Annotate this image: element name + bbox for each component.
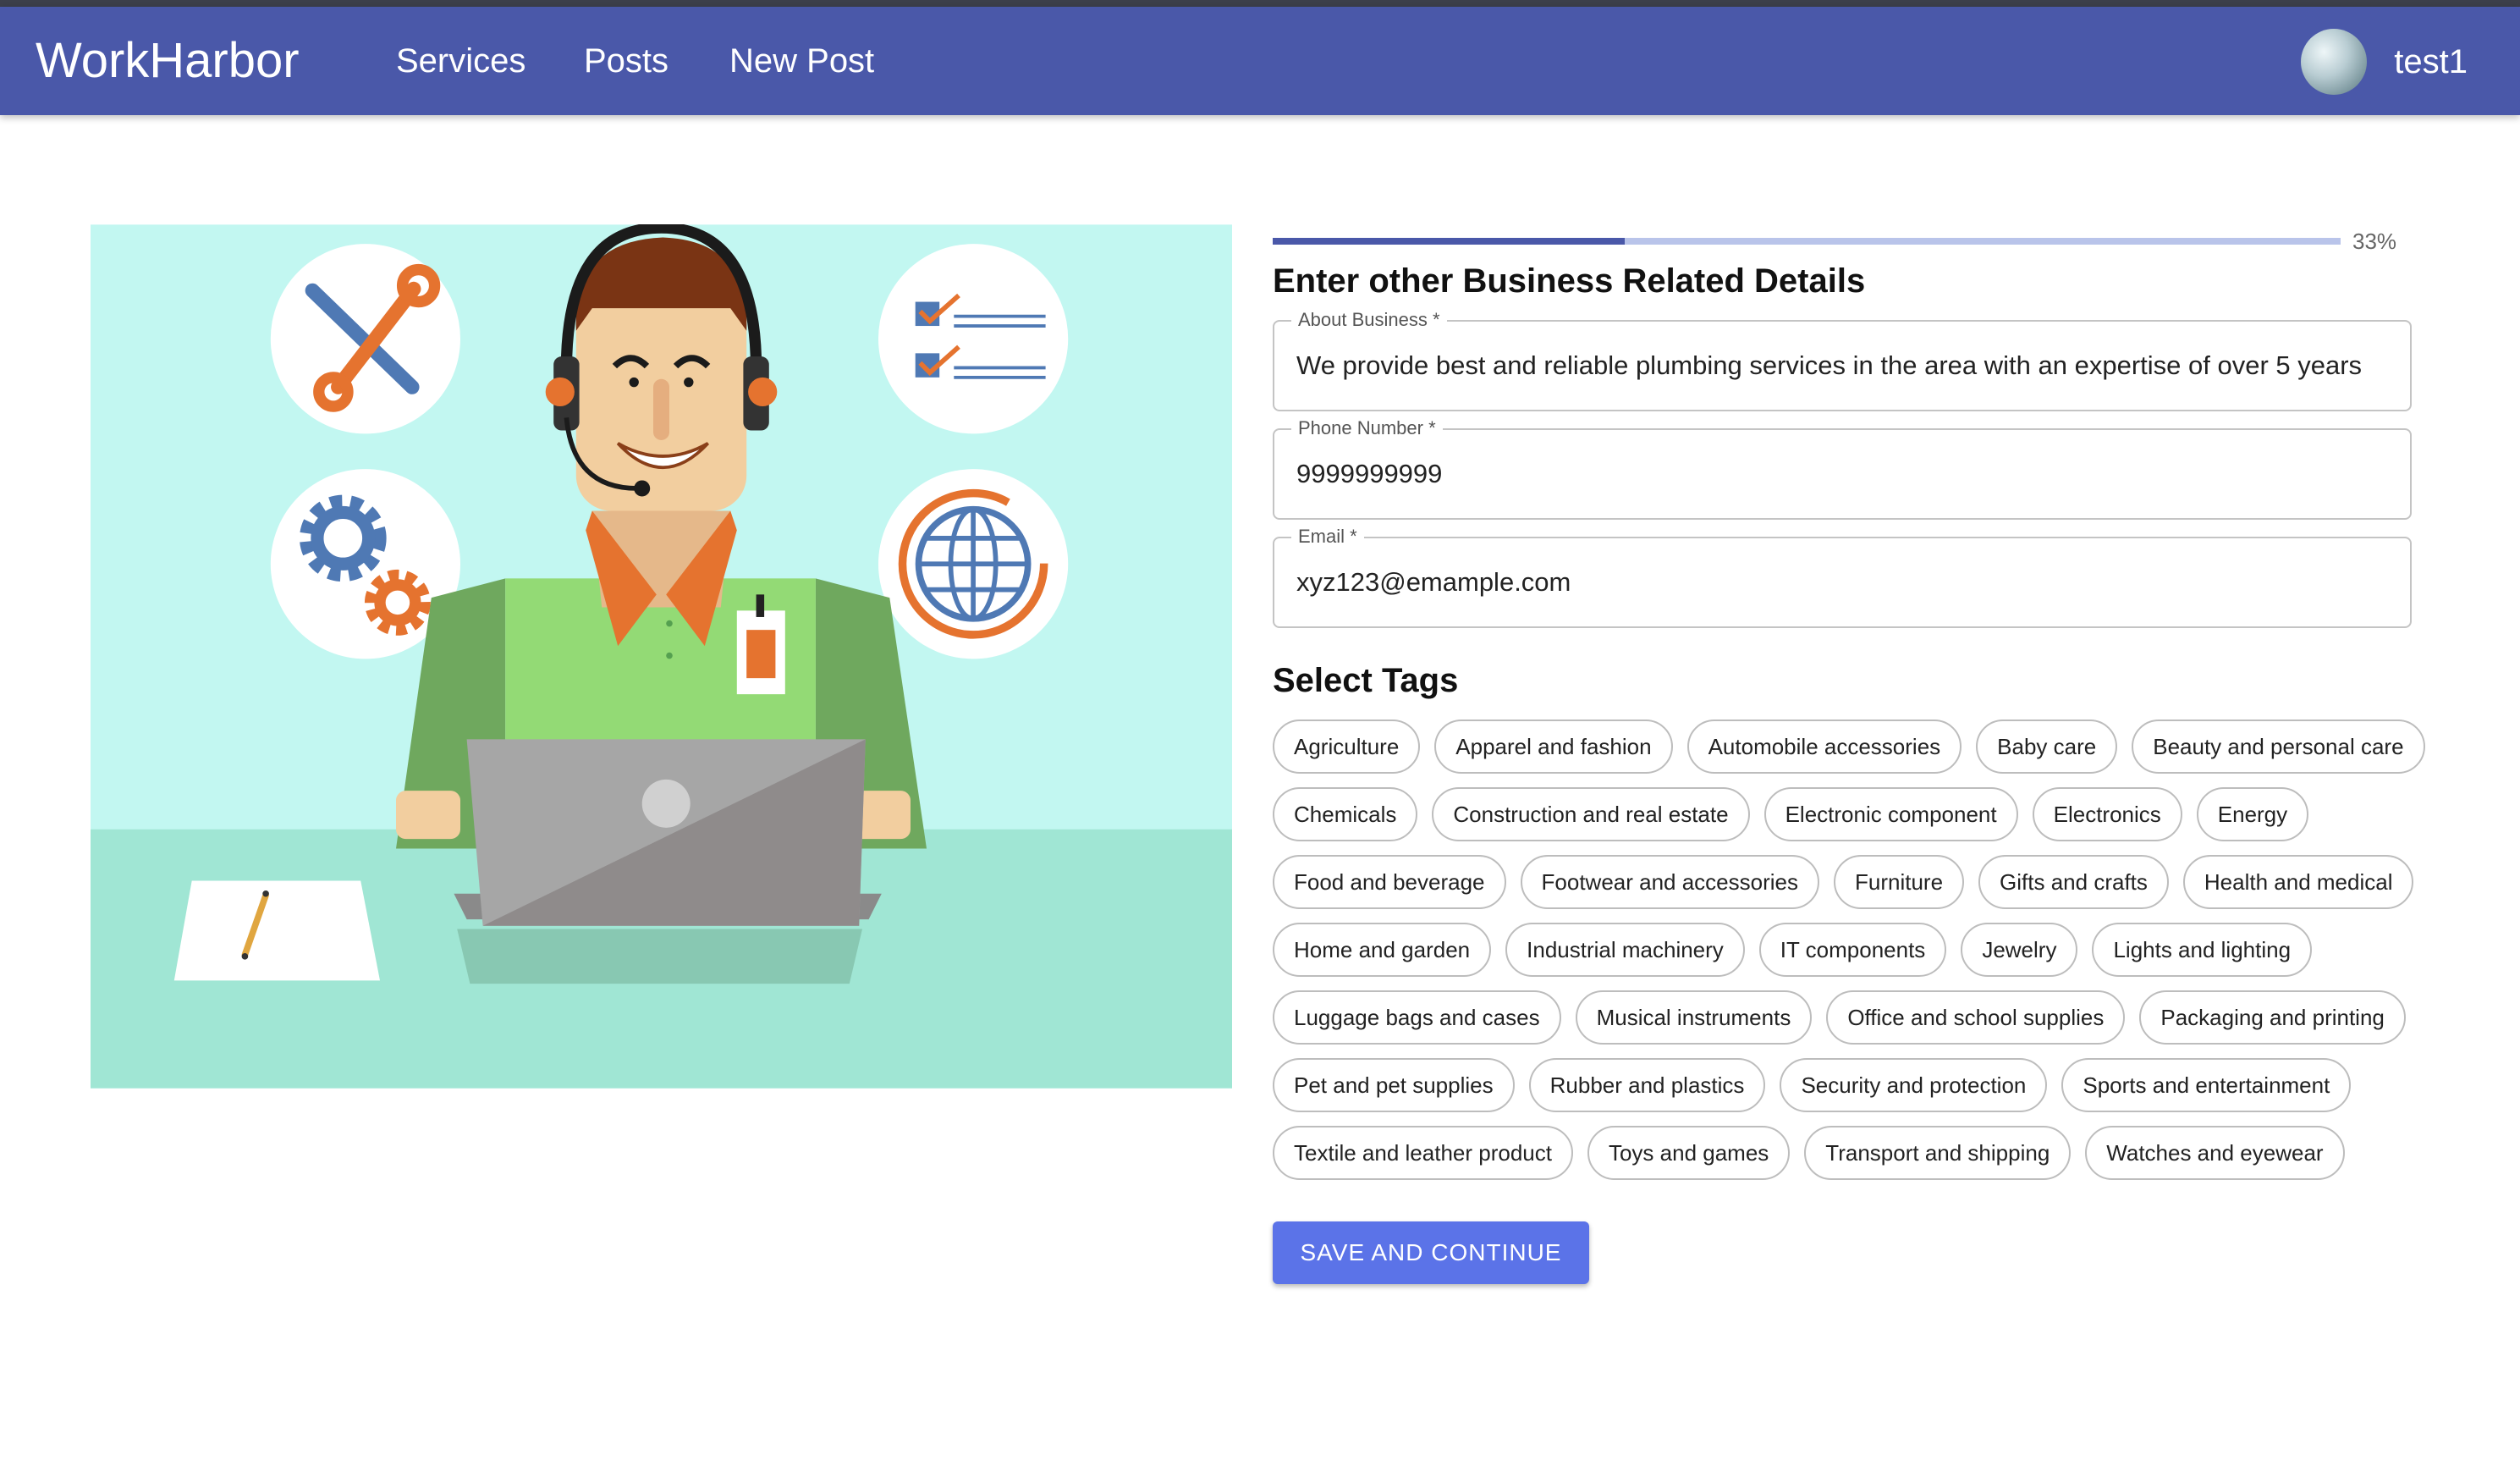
tag-chip[interactable]: Gifts and crafts bbox=[1978, 855, 2169, 909]
tag-chip[interactable]: Watches and eyewear bbox=[2085, 1126, 2345, 1180]
form-title: Enter other Business Related Details bbox=[1273, 262, 1866, 300]
about-business-field: About Business * bbox=[1273, 309, 2412, 411]
tag-chip[interactable]: Food and beverage bbox=[1273, 855, 1506, 909]
tag-chip[interactable]: Textile and leather product bbox=[1273, 1126, 1573, 1180]
tag-chip[interactable]: Energy bbox=[2196, 787, 2309, 841]
tag-chip[interactable]: Industrial machinery bbox=[1505, 923, 1745, 977]
save-and-continue-button[interactable]: SAVE AND CONTINUE bbox=[1273, 1221, 1589, 1284]
phone-number-field: Phone Number * bbox=[1273, 417, 2412, 520]
phone-number-input[interactable] bbox=[1296, 459, 2388, 489]
nav-new-post[interactable]: New Post bbox=[729, 42, 874, 80]
tag-chip[interactable]: Rubber and plastics bbox=[1528, 1058, 1766, 1112]
tags-chip-group: Agriculture Apparel and fashion Automobi… bbox=[1273, 719, 2425, 1194]
pencil-icon bbox=[173, 880, 380, 981]
tag-chip[interactable]: Electronic component bbox=[1763, 787, 2018, 841]
tag-chip[interactable]: Lights and lighting bbox=[2092, 923, 2313, 977]
window-top-border bbox=[0, 0, 2520, 7]
email-field: Email * bbox=[1273, 526, 2412, 628]
tag-chip[interactable]: Automobile accessories bbox=[1686, 719, 1962, 774]
tag-chip[interactable]: Luggage bags and cases bbox=[1273, 990, 1561, 1045]
tag-chip[interactable]: Footwear and accessories bbox=[1520, 855, 1819, 909]
phone-number-label: Phone Number * bbox=[1291, 417, 1443, 439]
progress-percent: 33% bbox=[2352, 229, 2397, 254]
tag-chip[interactable]: Home and garden bbox=[1273, 923, 1492, 977]
tag-chip[interactable]: Sports and entertainment bbox=[2061, 1058, 2352, 1112]
tag-chip[interactable]: Apparel and fashion bbox=[1434, 719, 1673, 774]
user-menu[interactable]: test1 bbox=[2301, 29, 2468, 95]
tag-row: Pet and pet supplies Rubber and plastics… bbox=[1273, 1058, 2415, 1112]
nav-services[interactable]: Services bbox=[396, 42, 525, 80]
brand-logo[interactable]: WorkHarbor bbox=[36, 32, 300, 89]
tag-chip[interactable]: Beauty and personal care bbox=[2132, 719, 2425, 774]
tag-chip[interactable]: Transport and shipping bbox=[1804, 1126, 2072, 1180]
tag-chip[interactable]: Security and protection bbox=[1780, 1058, 2048, 1112]
tag-row: Agriculture Apparel and fashion Automobi… bbox=[1273, 719, 2425, 774]
tag-chip[interactable]: Office and school supplies bbox=[1826, 990, 2126, 1045]
tag-chip[interactable]: Toys and games bbox=[1587, 1126, 1791, 1180]
tag-chip[interactable]: Baby care bbox=[1976, 719, 2118, 774]
tag-chip[interactable]: Chemicals bbox=[1273, 787, 1418, 841]
about-business-input[interactable] bbox=[1296, 350, 2388, 381]
username[interactable]: test1 bbox=[2394, 43, 2468, 81]
customer-support-illustration bbox=[91, 224, 1232, 1089]
tag-chip[interactable]: Musical instruments bbox=[1575, 990, 1813, 1045]
tag-chip[interactable]: Pet and pet supplies bbox=[1273, 1058, 1515, 1112]
tag-chip[interactable]: Agriculture bbox=[1273, 719, 1421, 774]
progress-bar-fill bbox=[1273, 238, 1626, 245]
progress-track bbox=[1273, 238, 2341, 245]
app-bar: WorkHarbor Services Posts New Post test1 bbox=[0, 7, 2520, 115]
checklist-icon bbox=[878, 244, 1069, 434]
progress-indicator: 33% bbox=[1273, 229, 2415, 254]
tools-icon bbox=[270, 244, 460, 434]
tag-chip[interactable]: Construction and real estate bbox=[1432, 787, 1750, 841]
email-input[interactable] bbox=[1296, 567, 2388, 598]
tag-row: Chemicals Construction and real estate E… bbox=[1273, 787, 2415, 841]
tag-chip[interactable]: Health and medical bbox=[2182, 855, 2414, 909]
tag-row: Home and garden Industrial machinery IT … bbox=[1273, 923, 2415, 977]
email-label: Email * bbox=[1291, 526, 1364, 548]
tag-chip[interactable]: Furniture bbox=[1834, 855, 1965, 909]
tag-chip[interactable]: Electronics bbox=[2032, 787, 2182, 841]
about-business-label: About Business * bbox=[1291, 309, 1447, 331]
business-details-form: 33% Enter other Business Related Details… bbox=[1273, 229, 2425, 1284]
globe-icon bbox=[878, 469, 1069, 659]
tag-row: Food and beverage Footwear and accessori… bbox=[1273, 855, 2415, 909]
tag-row: Textile and leather product Toys and gam… bbox=[1273, 1126, 2415, 1180]
select-tags-title: Select Tags bbox=[1273, 662, 1459, 699]
tag-chip[interactable]: Packaging and printing bbox=[2139, 990, 2406, 1045]
tag-chip[interactable]: IT components bbox=[1758, 923, 1947, 977]
tag-row: Luggage bags and cases Musical instrumen… bbox=[1273, 990, 2415, 1045]
tag-chip[interactable]: Jewelry bbox=[1961, 923, 2078, 977]
avatar[interactable] bbox=[2301, 29, 2368, 95]
nav-posts[interactable]: Posts bbox=[584, 42, 669, 80]
